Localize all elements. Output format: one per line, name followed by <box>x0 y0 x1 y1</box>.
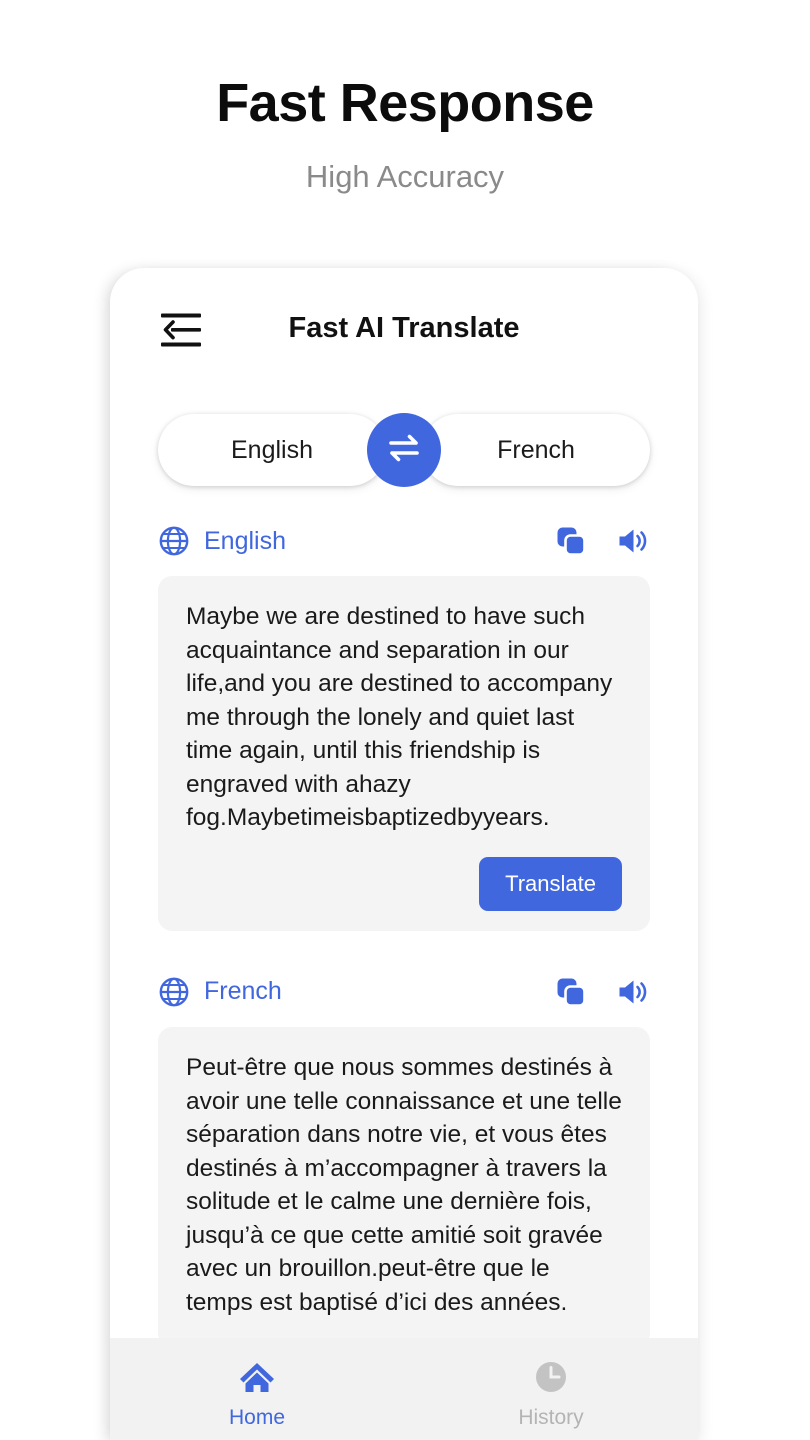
nav-item-home[interactable]: Home <box>110 1338 404 1440</box>
target-text[interactable]: Peut-être que nous sommes destinés à avo… <box>186 1051 622 1320</box>
copy-icon[interactable] <box>554 975 588 1009</box>
nav-label-history: History <box>518 1406 584 1429</box>
swap-languages-button[interactable] <box>367 413 441 487</box>
source-language-label: English <box>231 435 313 464</box>
translate-button[interactable]: Translate <box>479 856 622 911</box>
target-language-button[interactable]: French <box>422 414 650 486</box>
app-title: Fast AI Translate <box>288 312 520 344</box>
source-panel-header: English <box>158 520 650 562</box>
home-icon <box>236 1356 278 1398</box>
target-panel-header: French <box>158 971 650 1013</box>
clock-icon <box>530 1356 572 1398</box>
speaker-icon[interactable] <box>616 524 650 558</box>
source-panel-actions <box>554 524 650 558</box>
source-text-card: Maybe we are destined to have such acqua… <box>158 576 650 931</box>
promo-subtitle: High Accuracy <box>305 159 505 194</box>
bottom-navigation: Home History <box>110 1338 698 1440</box>
globe-icon <box>158 976 190 1008</box>
source-card-footer: Translate <box>186 856 622 911</box>
promo-title: Fast Response <box>216 73 594 133</box>
source-text[interactable]: Maybe we are destined to have such acqua… <box>186 600 622 835</box>
target-language-label: French <box>497 435 575 464</box>
language-selector: English French <box>158 413 650 487</box>
nav-label-home: Home <box>228 1406 286 1429</box>
source-language-button[interactable]: English <box>158 414 386 486</box>
target-panel-language: French <box>204 977 282 1006</box>
target-panel-actions <box>554 975 650 1009</box>
phone-mockup: Fast AI Translate English French English… <box>110 268 698 1440</box>
speaker-icon[interactable] <box>616 975 650 1009</box>
nav-item-history[interactable]: History <box>404 1338 698 1440</box>
globe-icon <box>158 525 190 557</box>
target-text-card: Peut-être que nous sommes destinés à avo… <box>158 1026 650 1348</box>
copy-icon[interactable] <box>554 524 588 558</box>
swap-horizontal-icon <box>382 426 426 475</box>
source-panel-language: English <box>204 526 286 555</box>
app-bar: Fast AI Translate <box>110 268 698 390</box>
screenshot-root: Fast Response High Accuracy Fast AI Tran… <box>0 0 810 1440</box>
